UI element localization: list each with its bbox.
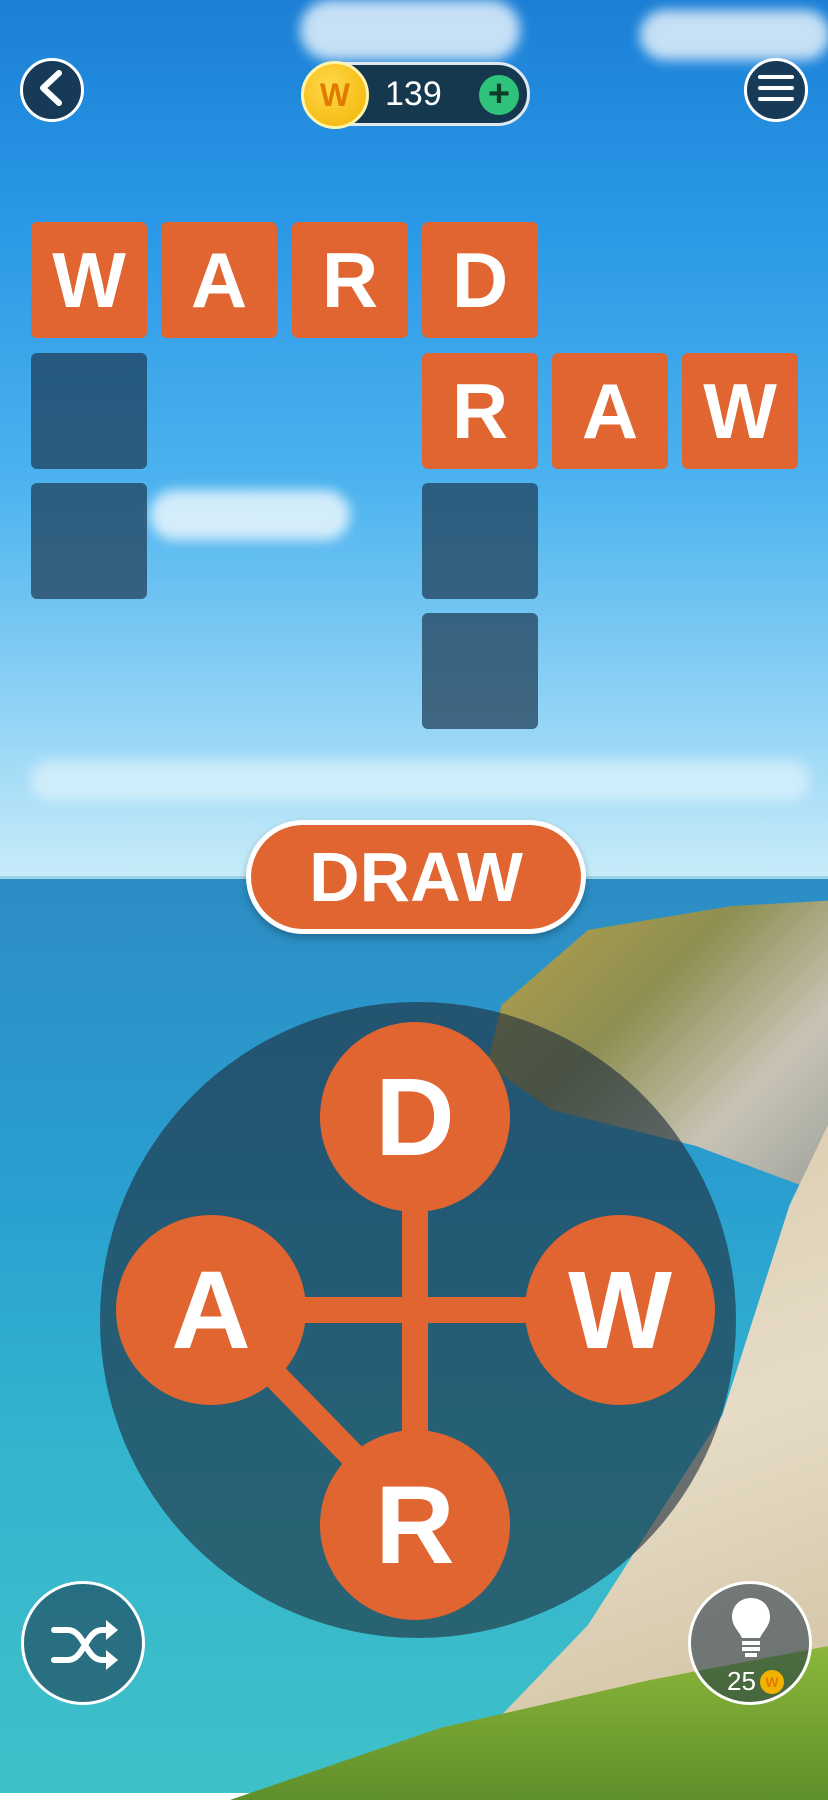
- coin-count: 139: [385, 75, 442, 113]
- cloud: [300, 0, 520, 60]
- letter-button-w[interactable]: W: [525, 1215, 715, 1405]
- lightbulb-icon: [730, 1596, 772, 1665]
- hint-button[interactable]: 25 W: [688, 1581, 812, 1705]
- grid-tile: W: [682, 353, 798, 469]
- grid-tile: W: [31, 222, 147, 338]
- hint-cost: 25 W: [727, 1666, 784, 1697]
- shuffle-button[interactable]: [21, 1581, 145, 1705]
- hamburger-menu-icon: [758, 73, 794, 108]
- chevron-left-icon: [37, 69, 67, 111]
- grid-tile-empty: [422, 483, 538, 599]
- coin-icon: W: [759, 1669, 784, 1694]
- letter-button-r[interactable]: R: [320, 1430, 510, 1620]
- letter-button-a[interactable]: A: [116, 1215, 306, 1405]
- add-coins-button[interactable]: +: [479, 75, 519, 115]
- cloud: [640, 10, 828, 60]
- cloud: [30, 760, 810, 800]
- current-word-display: DRAW: [246, 820, 586, 934]
- grid-tile: A: [161, 222, 277, 338]
- grid-tile-empty: [422, 613, 538, 729]
- cloud: [150, 490, 350, 540]
- back-button[interactable]: [20, 58, 84, 122]
- hint-cost-value: 25: [727, 1666, 756, 1696]
- coin-balance: W 139 +: [301, 61, 530, 129]
- menu-button[interactable]: [744, 58, 808, 122]
- grid-tile-empty: [31, 353, 147, 469]
- grid-tile: A: [552, 353, 668, 469]
- coin-icon: W: [301, 61, 369, 129]
- grid-tile-empty: [31, 483, 147, 599]
- grid-tile: D: [422, 222, 538, 338]
- grid-tile: R: [292, 222, 408, 338]
- letter-button-d[interactable]: D: [320, 1022, 510, 1212]
- shuffle-icon: [50, 1618, 120, 1677]
- grid-tile: R: [422, 353, 538, 469]
